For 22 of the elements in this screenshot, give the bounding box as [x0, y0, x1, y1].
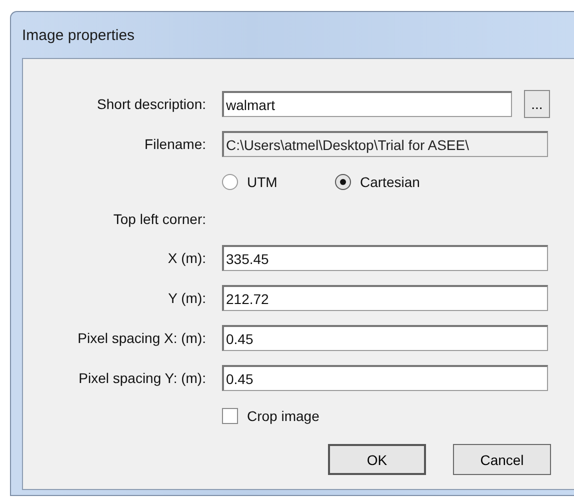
section-label: Top left corner:	[112, 211, 206, 227]
filename-field[interactable]: C:\Users\atmel\Desktop\Trial for ASEE\	[222, 131, 548, 157]
field-label: Filename:	[144, 136, 206, 152]
ok-button[interactable]: OK	[328, 444, 426, 475]
field-label: Pixel spacing Y: (m):	[78, 370, 206, 386]
radio-button[interactable]	[335, 174, 351, 190]
field-label: Y (m):	[167, 290, 206, 306]
field-label: X (m):	[166, 250, 206, 266]
input-field[interactable]: 0.45	[222, 325, 548, 351]
crop-image-checkbox[interactable]: Crop image	[222, 408, 320, 424]
radio-button[interactable]	[222, 174, 238, 190]
window-title: Image properties	[22, 26, 135, 44]
input-field[interactable]: 0.45	[222, 365, 548, 391]
input-field[interactable]: 212.72	[222, 285, 548, 311]
radio-label[interactable]: Cartesian	[360, 174, 420, 190]
browse-button[interactable]: ...	[524, 90, 550, 118]
field-label: Short description:	[96, 96, 206, 112]
short-description-field[interactable]: walmart	[222, 91, 512, 117]
input-field[interactable]: 335.45	[222, 245, 548, 271]
cancel-button[interactable]: Cancel	[453, 444, 551, 475]
field-label: Pixel spacing X: (m):	[76, 330, 206, 346]
radio-label[interactable]: UTM	[247, 174, 278, 190]
